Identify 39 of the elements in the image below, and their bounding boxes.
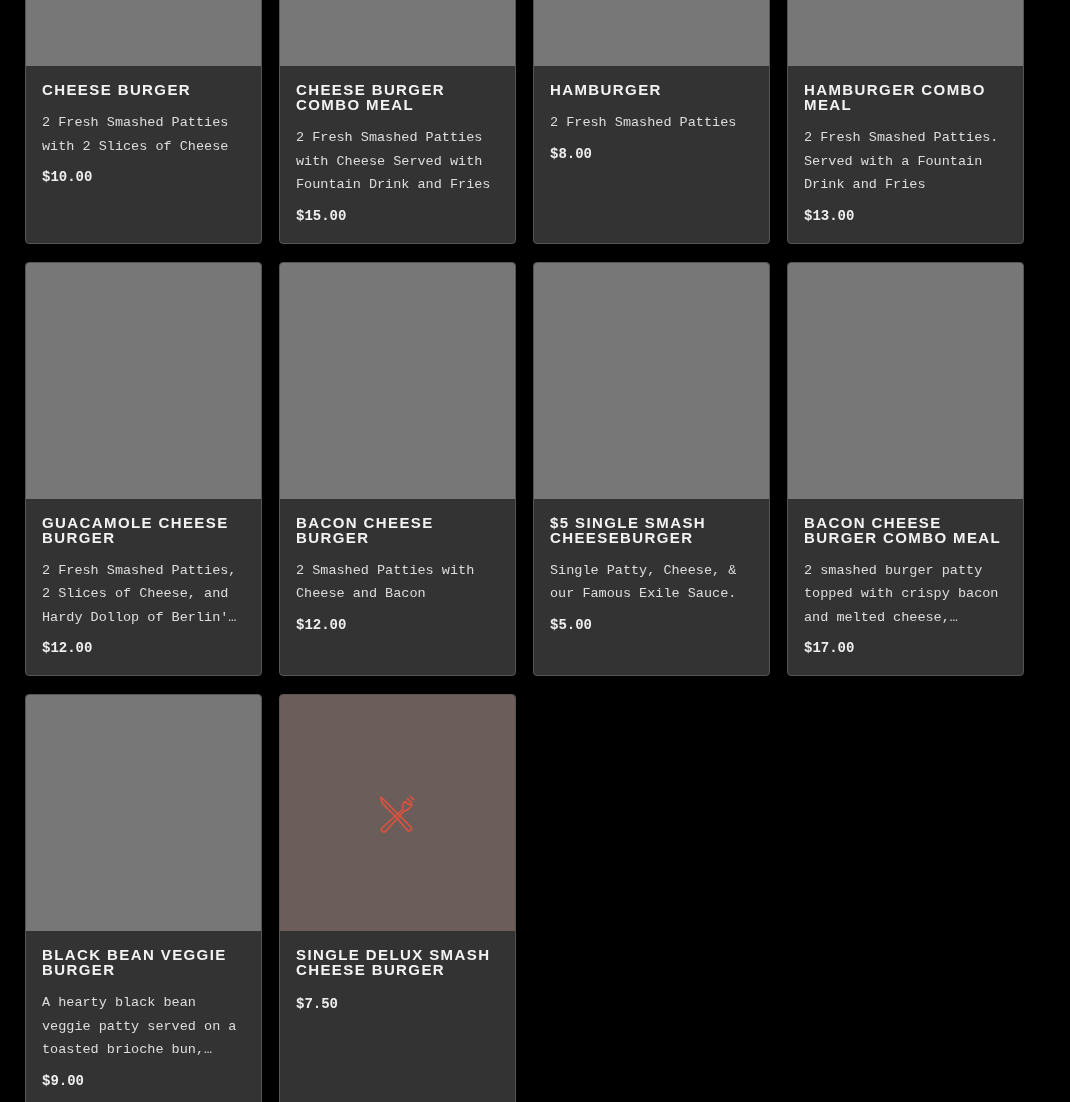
menu-card[interactable]: BACON CHEESE BURGER 2 Smashed Patties with Cheese and Bacon $12.00 bbox=[279, 261, 516, 676]
menu-card[interactable]: HAMBURGER COMBO MEAL 2 Fresh Smashed Patties. Served with a Fountain Drink and Fries $13.00 bbox=[787, 0, 1024, 244]
item-price: $10.00 bbox=[42, 168, 94, 186]
item-name: HAMBURGER bbox=[550, 82, 663, 97]
item-price: $5.00 bbox=[550, 615, 593, 634]
item-description: Single Patty, Cheese, & our Famous Exile Sauce. bbox=[550, 561, 738, 603]
item-description: 2 Smashed Patties with Cheese and Bacon bbox=[296, 561, 476, 603]
item-price: $7.50 bbox=[296, 995, 339, 1013]
item-name: BLACK BEAN VEGGIE BURGER bbox=[42, 947, 228, 977]
item-price: $9.00 bbox=[42, 1071, 85, 1090]
item-price: $13.00 bbox=[804, 206, 856, 225]
item-name: HAMBURGER COMBO MEAL bbox=[804, 82, 987, 112]
item-price: $12.00 bbox=[296, 615, 348, 634]
item-description: A hearty black bean veggie patty served on a toasted brioche bun,… bbox=[42, 994, 238, 1059]
item-name: BACON CHEESE BURGER bbox=[296, 514, 435, 545]
menu-card[interactable]: CHEESE BURGER COMBO MEAL 2 Fresh Smashed Patties with Cheese Served with Fountain Drink and Fries $15.00 bbox=[279, 0, 516, 244]
item-name: BACON CHEESE BURGER COMBO MEAL bbox=[804, 514, 1003, 545]
item-description: 2 Fresh Smashed Patties bbox=[550, 114, 738, 132]
menu-card[interactable]: SINGLE DELUX SMASH CHEESE BURGER $7.50 bbox=[279, 694, 516, 1102]
item-description: 2 smashed burger patty topped with crispy bacon and melted cheese,… bbox=[804, 561, 1000, 627]
item-name: GUACAMOLE CHEESE BURGER bbox=[42, 514, 230, 545]
item-price: $17.00 bbox=[804, 639, 856, 657]
item-description: 2 Fresh Smashed Patties with 2 Slices of Cheese bbox=[42, 114, 230, 156]
item-price: $15.00 bbox=[296, 206, 348, 225]
item-description: 2 Fresh Smashed Patties. Served with a Fountain Drink and Fries bbox=[804, 129, 1000, 194]
item-description: 2 Fresh Smashed Patties with Cheese Served with Fountain Drink and Fries bbox=[296, 129, 492, 194]
item-name: SINGLE DELUX SMASH CHEESE BURGER bbox=[296, 947, 492, 977]
item-price: $8.00 bbox=[550, 144, 593, 163]
item-name: CHEESE BURGER bbox=[42, 82, 193, 97]
menu-card[interactable]: GUACAMOLE CHEESE BURGER 2 Fresh Smashed Patties, 2 Slices of Cheese, and Hardy Dollop of Berlin'… $12.00 bbox=[25, 261, 262, 676]
menu-card[interactable]: $5 SINGLE SMASH CHEESEBURGER Single Patty, Cheese, & our Famous Exile Sauce. $5.00 bbox=[533, 261, 770, 676]
item-description: 2 Fresh Smashed Patties, 2 Slices of Cheese, and Hardy Dollop of Berlin'… bbox=[42, 561, 238, 627]
menu-card[interactable]: BLACK BEAN VEGGIE BURGER A hearty black bean veggie patty served on a toasted brioche bun,… $9.00 bbox=[25, 694, 262, 1102]
item-name: $5 SINGLE SMASH CHEESEBURGER bbox=[550, 514, 708, 545]
item-name: CHEESE BURGER COMBO MEAL bbox=[296, 82, 447, 112]
menu-card[interactable]: HAMBURGER 2 Fresh Smashed Patties $8.00 bbox=[533, 0, 770, 244]
item-price: $12.00 bbox=[42, 639, 94, 657]
menu-card[interactable]: BACON CHEESE BURGER COMBO MEAL 2 smashed burger patty topped with crispy bacon and melted cheese,… $17.00 bbox=[787, 261, 1024, 676]
menu-card[interactable]: CHEESE BURGER 2 Fresh Smashed Patties with 2 Slices of Cheese $10.00 bbox=[25, 0, 262, 244]
